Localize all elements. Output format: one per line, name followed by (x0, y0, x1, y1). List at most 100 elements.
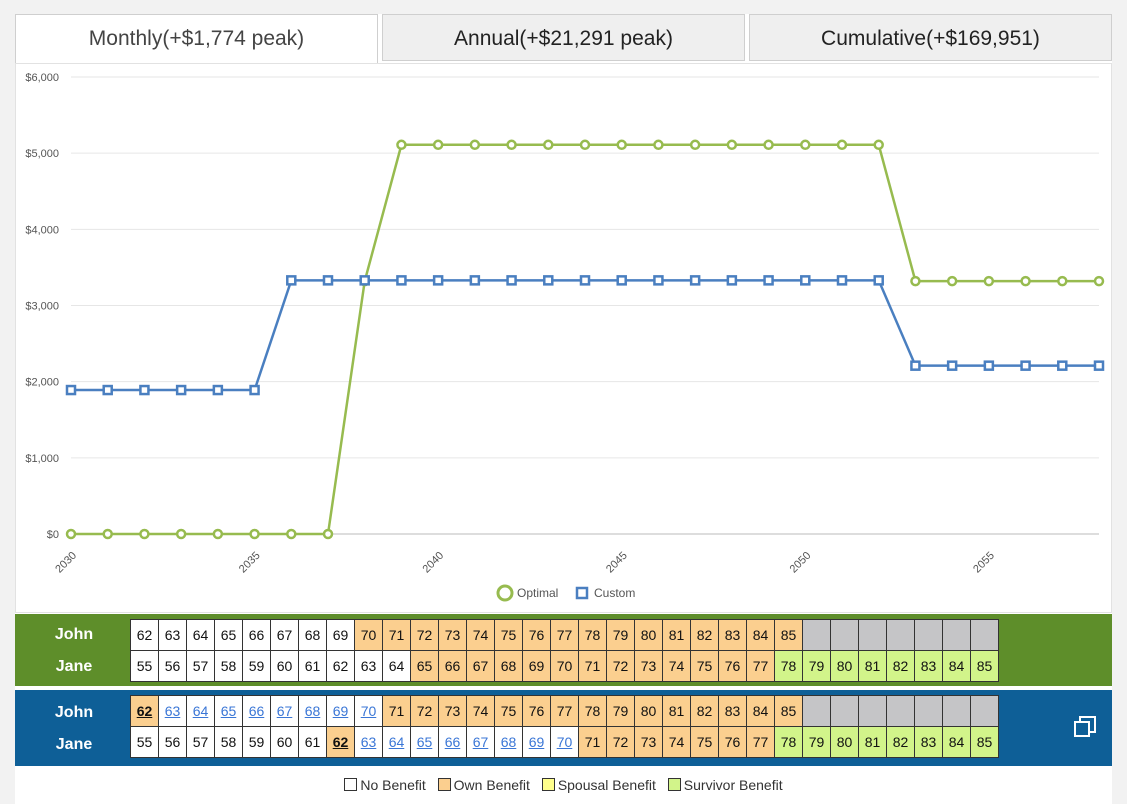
age-cell: 71 (579, 651, 606, 681)
age-cell[interactable]: 64 (383, 727, 410, 757)
age-cell: 78 (775, 651, 802, 681)
age-cell: 77 (747, 651, 774, 681)
age-cell (803, 620, 830, 650)
age-cell: 84 (943, 651, 970, 681)
age-cell: 56 (159, 727, 186, 757)
y-tick-label: $3,000 (25, 301, 59, 313)
age-cell: 71 (383, 696, 410, 726)
age-cell[interactable]: 63 (159, 696, 186, 726)
age-cell[interactable]: 67 (467, 727, 494, 757)
age-cell: 63 (355, 651, 382, 681)
data-point-custom (873, 275, 884, 286)
copy-icon[interactable] (1072, 714, 1098, 740)
tab-cumulative[interactable]: Cumulative(+$169,951) (749, 14, 1112, 61)
data-point-custom (359, 275, 370, 286)
age-cell: 62 (131, 620, 158, 650)
benefit-legend: No Benefit Own Benefit Spousal Benefit S… (0, 777, 1127, 793)
age-cell: 64 (187, 620, 214, 650)
data-point-optimal (836, 139, 848, 151)
age-cell (943, 620, 970, 650)
age-cell[interactable]: 68 (299, 696, 326, 726)
age-cell[interactable]: 62 (131, 696, 158, 726)
age-cell: 79 (607, 620, 634, 650)
age-cell: 80 (831, 727, 858, 757)
data-point-custom (800, 275, 811, 286)
data-point-custom (249, 384, 260, 396)
data-point-custom (506, 275, 517, 286)
tab-annual[interactable]: Annual(+$21,291 peak) (382, 14, 745, 61)
age-cell[interactable]: 66 (439, 727, 466, 757)
data-point-optimal (322, 528, 334, 540)
age-cell[interactable]: 65 (215, 696, 242, 726)
age-cell (859, 620, 886, 650)
age-cell: 85 (775, 696, 802, 726)
age-cell: 74 (467, 696, 494, 726)
age-cell: 60 (271, 651, 298, 681)
data-point-optimal (579, 139, 591, 151)
data-point-optimal (910, 275, 921, 287)
data-point-optimal (543, 139, 554, 151)
tab-monthly[interactable]: Monthly(+$1,774 peak) (15, 14, 378, 63)
x-tick-label: 2055 (971, 550, 997, 576)
age-cell: 76 (523, 696, 550, 726)
y-tick-label: $6,000 (25, 72, 59, 84)
age-cell: 73 (439, 620, 466, 650)
age-cell: 76 (719, 651, 746, 681)
data-point-optimal (469, 139, 481, 151)
age-cell[interactable]: 68 (495, 727, 522, 757)
data-point-optimal (1020, 275, 1031, 287)
age-cell: 64 (383, 651, 410, 681)
age-cell[interactable]: 70 (355, 696, 382, 726)
age-cell: 62 (327, 651, 354, 681)
age-cell[interactable]: 69 (523, 727, 550, 757)
age-cell: 81 (663, 696, 690, 726)
legend-marker-custom (575, 586, 589, 600)
data-point-optimal (653, 139, 664, 151)
data-point-optimal (249, 528, 260, 540)
x-tick-label: 2035 (237, 550, 263, 576)
age-cell[interactable]: 69 (327, 696, 354, 726)
data-point-custom (910, 360, 921, 371)
age-cell: 81 (663, 620, 690, 650)
age-cell: 55 (131, 727, 158, 757)
age-cell[interactable]: 70 (551, 727, 578, 757)
age-cell: 59 (243, 727, 270, 757)
age-cell: 75 (691, 651, 718, 681)
age-cell (803, 696, 830, 726)
age-cell: 74 (467, 620, 494, 650)
age-cell[interactable]: 66 (243, 696, 270, 726)
age-cell[interactable]: 67 (271, 696, 298, 726)
age-cell: 79 (607, 696, 634, 726)
age-cell[interactable]: 64 (187, 696, 214, 726)
age-cell: 83 (915, 651, 942, 681)
age-cell: 55 (131, 651, 158, 681)
age-cell: 78 (579, 620, 606, 650)
data-point-custom (579, 275, 591, 286)
y-tick-label: $2,000 (25, 377, 59, 389)
age-cell: 76 (719, 727, 746, 757)
age-cell: 66 (439, 651, 466, 681)
age-cell: 81 (859, 727, 886, 757)
age-cell: 80 (635, 620, 662, 650)
age-cell: 57 (187, 727, 214, 757)
data-point-optimal (102, 528, 113, 540)
data-point-optimal (506, 139, 517, 151)
y-tick-label: $0 (47, 529, 59, 541)
data-point-custom (616, 275, 627, 286)
data-point-custom (65, 384, 77, 396)
data-point-custom (396, 275, 407, 286)
x-tick-label: 2030 (53, 550, 79, 576)
age-cell: 83 (719, 620, 746, 650)
data-point-optimal (1057, 275, 1068, 287)
age-cell[interactable]: 65 (411, 727, 438, 757)
age-cell: 75 (495, 696, 522, 726)
age-cell[interactable]: 62 (327, 727, 354, 757)
age-cell: 80 (635, 696, 662, 726)
age-cell[interactable]: 63 (355, 727, 382, 757)
legend-spousal-benefit: Spousal Benefit (541, 777, 656, 793)
age-cell: 83 (915, 727, 942, 757)
age-cell: 75 (495, 620, 522, 650)
age-cell: 68 (299, 620, 326, 650)
legend-no-benefit: No Benefit (344, 777, 426, 793)
data-point-custom (836, 275, 848, 286)
